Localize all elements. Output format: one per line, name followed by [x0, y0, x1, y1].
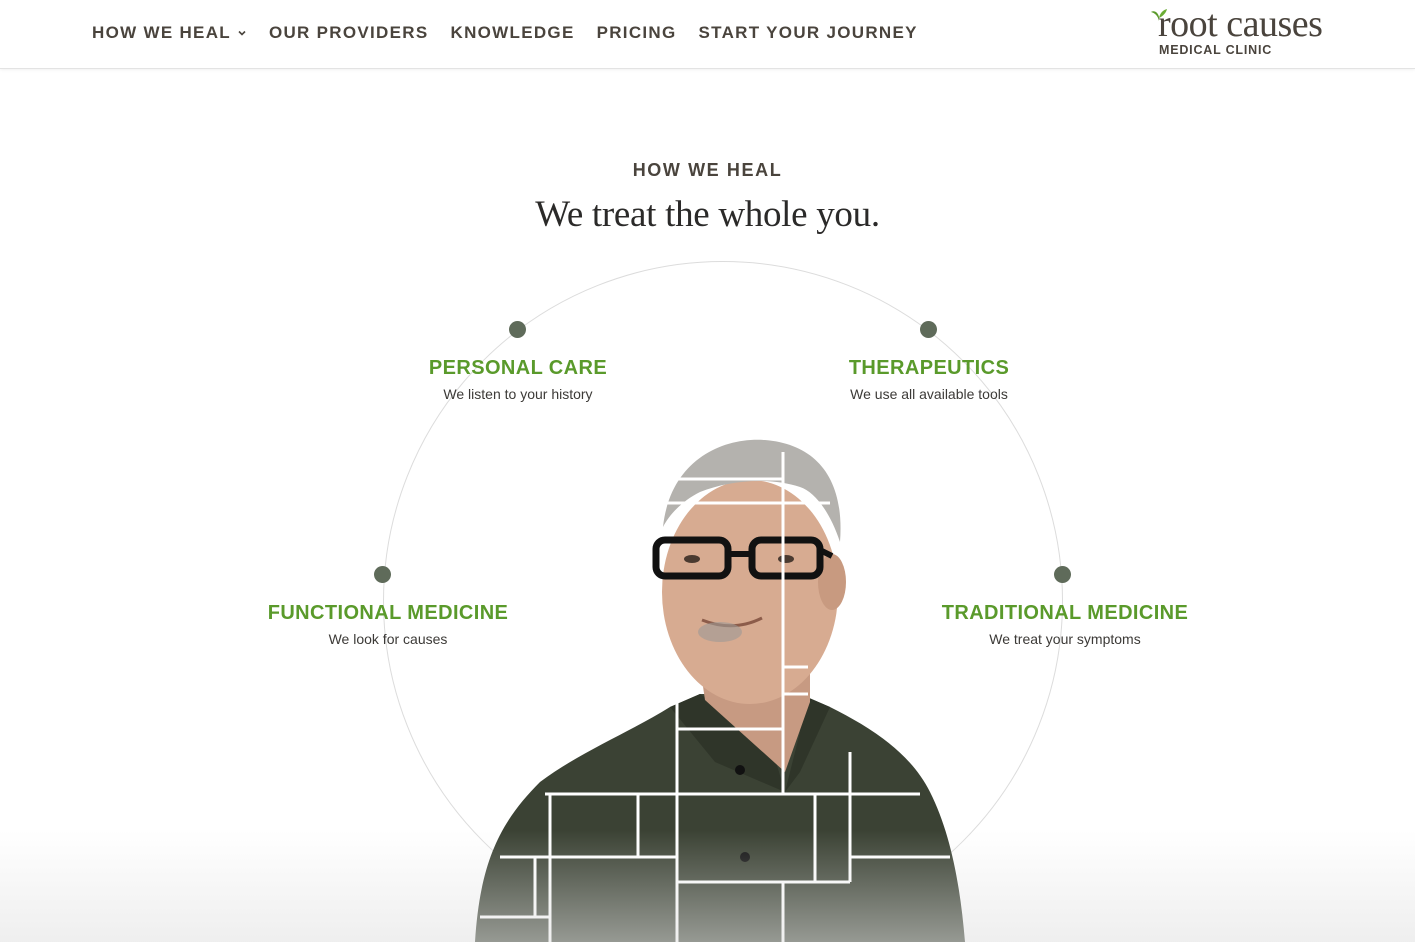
page-title: We treat the whole you.: [535, 194, 880, 235]
pillar-description: We listen to your history: [443, 386, 593, 402]
logo-wordmark: root causes: [1158, 3, 1323, 45]
section-eyebrow: HOW WE HEAL: [632, 160, 783, 180]
pillar-title: TRADITIONAL MEDICINE: [941, 602, 1189, 624]
pillar-personal-care[interactable]: PERSONAL CARE We listen to your history: [418, 357, 618, 402]
functional-medicine-dot: [374, 566, 391, 583]
personal-care-dot: [509, 321, 526, 338]
site-logo[interactable]: root causes MEDICAL CLINIC: [1150, 3, 1360, 64]
site-header: HOW WE HEAL OUR PROVIDERS KNOWLEDGE PRIC…: [0, 0, 1415, 69]
pillar-description: We treat your symptoms: [989, 631, 1141, 647]
pillar-title: THERAPEUTICS: [848, 357, 1010, 379]
main-nav: HOW WE HEAL OUR PROVIDERS KNOWLEDGE PRIC…: [92, 0, 940, 66]
pillar-therapeutics[interactable]: THERAPEUTICS We use all available tools: [829, 357, 1029, 402]
patient-portrait-image: [475, 439, 965, 942]
pillar-title: PERSONAL CARE: [428, 357, 608, 379]
nav-our-providers[interactable]: OUR PROVIDERS: [269, 23, 429, 43]
pillar-traditional-medicine[interactable]: TRADITIONAL MEDICINE We treat your sympt…: [935, 602, 1195, 647]
traditional-medicine-dot: [1054, 566, 1071, 583]
pillar-description: We use all available tools: [850, 386, 1008, 402]
nav-how-we-heal[interactable]: HOW WE HEAL: [92, 23, 247, 43]
nav-knowledge[interactable]: KNOWLEDGE: [451, 23, 575, 43]
nav-start-your-journey[interactable]: START YOUR JOURNEY: [699, 23, 918, 43]
nav-how-we-heal-label: HOW WE HEAL: [92, 23, 231, 42]
therapeutics-dot: [920, 321, 937, 338]
logo-subtitle: MEDICAL CLINIC: [1159, 43, 1273, 57]
chevron-down-icon: [238, 30, 246, 36]
nav-pricing[interactable]: PRICING: [597, 23, 677, 43]
